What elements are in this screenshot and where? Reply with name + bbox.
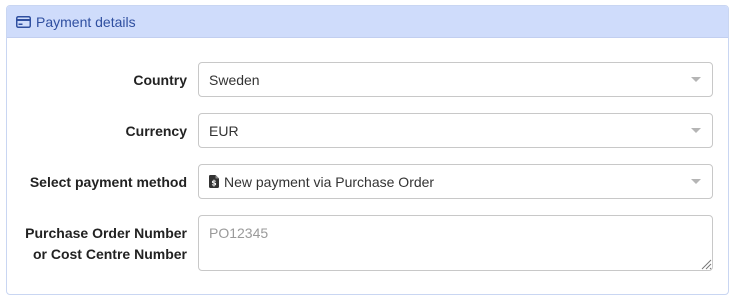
po-number-label-line2: or Cost Centre Number (32, 246, 187, 262)
payment-details-panel: Payment details Country Sweden Currency … (6, 5, 729, 295)
po-number-label-line1: Purchase Order Number (25, 225, 187, 241)
panel-title: Payment details (36, 13, 136, 30)
payment-method-value: New payment via Purchase Order (224, 173, 435, 190)
po-number-input[interactable] (198, 215, 713, 271)
currency-value: EUR (209, 122, 239, 139)
chevron-down-icon (691, 77, 701, 82)
chevron-down-icon (691, 179, 701, 184)
credit-card-icon (16, 15, 31, 28)
currency-select[interactable]: EUR (198, 113, 713, 148)
panel-heading: Payment details (7, 6, 728, 38)
country-value: Sweden (209, 71, 260, 88)
country-label: Country (133, 72, 187, 88)
po-number-label: Purchase Order Number or Cost Centre Num… (25, 223, 187, 265)
chevron-down-icon (691, 128, 701, 133)
country-select[interactable]: Sweden (198, 62, 713, 97)
invoice-dollar-icon: $ (209, 175, 219, 188)
resize-grip-icon[interactable] (699, 257, 713, 271)
payment-method-select[interactable]: $ New payment via Purchase Order (198, 164, 713, 199)
po-number-field-wrapper (198, 215, 713, 271)
payment-method-label: Select payment method (29, 174, 187, 190)
currency-label: Currency (125, 123, 187, 139)
svg-text:$: $ (211, 179, 216, 188)
